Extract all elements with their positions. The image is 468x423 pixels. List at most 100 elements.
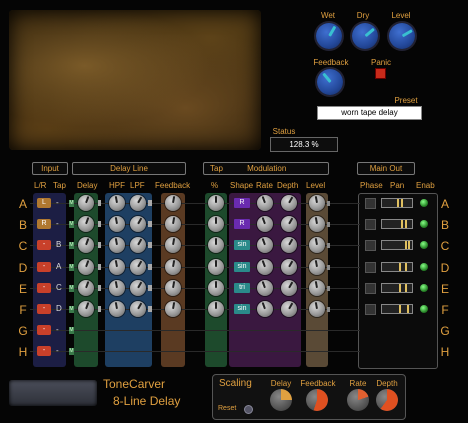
delay-knob[interactable]: [78, 301, 94, 317]
dry-knob[interactable]: [352, 23, 378, 49]
delay-knob[interactable]: [78, 216, 94, 232]
enable-led[interactable]: [420, 305, 428, 313]
mute-toggle[interactable]: M: [69, 221, 74, 228]
lpf-knob[interactable]: [130, 301, 146, 317]
feedback-knob[interactable]: [165, 280, 181, 296]
hpf-knob[interactable]: [109, 280, 125, 296]
mute-toggle[interactable]: M: [69, 200, 74, 207]
tap-pct-knob[interactable]: [208, 195, 224, 211]
depth-knob[interactable]: [281, 195, 297, 211]
scaling-delay-knob[interactable]: [270, 389, 292, 411]
enable-led[interactable]: [420, 220, 428, 228]
mute-toggle[interactable]: M: [69, 285, 74, 292]
wet-knob[interactable]: [316, 23, 342, 49]
level-knob[interactable]: [309, 301, 325, 317]
lr-toggle[interactable]: -: [37, 325, 51, 335]
lpf-knob[interactable]: [130, 195, 146, 211]
phase-toggle[interactable]: [365, 198, 376, 209]
pan-slider[interactable]: [381, 262, 413, 272]
lpf-knob[interactable]: [130, 259, 146, 275]
hpf-knob[interactable]: [109, 237, 125, 253]
depth-knob[interactable]: [281, 280, 297, 296]
level-knob[interactable]: [309, 237, 325, 253]
shape-selector[interactable]: sin: [234, 304, 250, 314]
rate-knob[interactable]: [257, 195, 273, 211]
shape-selector[interactable]: R: [234, 219, 250, 229]
feedback-knob[interactable]: [317, 69, 343, 95]
rate-knob[interactable]: [257, 237, 273, 253]
enable-led[interactable]: [420, 241, 428, 249]
tap-source[interactable]: -: [56, 346, 59, 355]
tap-source[interactable]: D: [56, 304, 62, 313]
tap-pct-knob[interactable]: [208, 301, 224, 317]
phase-toggle[interactable]: [365, 283, 376, 294]
shape-selector[interactable]: sin: [234, 262, 250, 272]
tap-source[interactable]: -: [56, 219, 59, 228]
shape-selector[interactable]: tri: [234, 283, 250, 293]
tap-source[interactable]: -: [56, 325, 59, 334]
mute-toggle[interactable]: M: [69, 264, 74, 271]
lr-toggle[interactable]: -: [37, 262, 51, 272]
level-knob[interactable]: [309, 259, 325, 275]
rate-knob[interactable]: [257, 280, 273, 296]
tap-source[interactable]: A: [56, 262, 61, 271]
feedback-knob[interactable]: [165, 259, 181, 275]
hpf-knob[interactable]: [109, 259, 125, 275]
feedback-knob[interactable]: [165, 216, 181, 232]
delay-knob[interactable]: [78, 195, 94, 211]
hpf-knob[interactable]: [109, 301, 125, 317]
enable-led[interactable]: [420, 199, 428, 207]
shape-selector[interactable]: sin: [234, 240, 250, 250]
scaling-rate-knob[interactable]: [347, 389, 369, 411]
lpf-knob[interactable]: [130, 280, 146, 296]
pan-slider[interactable]: [381, 240, 413, 250]
hpf-knob[interactable]: [109, 216, 125, 232]
depth-knob[interactable]: [281, 259, 297, 275]
delay-knob[interactable]: [78, 280, 94, 296]
lr-toggle[interactable]: -: [37, 283, 51, 293]
depth-knob[interactable]: [281, 237, 297, 253]
tap-source[interactable]: C: [56, 283, 62, 292]
hpf-knob[interactable]: [109, 195, 125, 211]
mute-toggle[interactable]: M: [69, 306, 74, 313]
lr-toggle[interactable]: R: [37, 219, 51, 229]
delay-knob[interactable]: [78, 259, 94, 275]
phase-toggle[interactable]: [365, 240, 376, 251]
phase-toggle[interactable]: [365, 219, 376, 230]
feedback-knob[interactable]: [165, 237, 181, 253]
mute-toggle[interactable]: M: [69, 242, 74, 249]
feedback-knob[interactable]: [165, 301, 181, 317]
level-knob[interactable]: [389, 23, 415, 49]
lr-toggle[interactable]: -: [37, 240, 51, 250]
tap-source[interactable]: -: [56, 198, 59, 207]
lpf-knob[interactable]: [130, 216, 146, 232]
panic-button[interactable]: [375, 68, 386, 79]
mute-toggle[interactable]: M: [69, 348, 74, 355]
tap-pct-knob[interactable]: [208, 280, 224, 296]
lr-toggle[interactable]: L: [37, 198, 51, 208]
scaling-reset-button[interactable]: [244, 405, 253, 414]
phase-toggle[interactable]: [365, 304, 376, 315]
mute-toggle[interactable]: M: [69, 327, 74, 334]
rate-knob[interactable]: [257, 301, 273, 317]
depth-knob[interactable]: [281, 216, 297, 232]
tap-pct-knob[interactable]: [208, 237, 224, 253]
lpf-knob[interactable]: [130, 237, 146, 253]
enable-led[interactable]: [420, 263, 428, 271]
delay-knob[interactable]: [78, 237, 94, 253]
pan-slider[interactable]: [381, 304, 413, 314]
pan-slider[interactable]: [381, 219, 413, 229]
lr-toggle[interactable]: -: [37, 304, 51, 314]
level-knob[interactable]: [309, 216, 325, 232]
depth-knob[interactable]: [281, 301, 297, 317]
phase-toggle[interactable]: [365, 262, 376, 273]
tap-pct-knob[interactable]: [208, 259, 224, 275]
enable-led[interactable]: [420, 284, 428, 292]
rate-knob[interactable]: [257, 259, 273, 275]
scaling-depth-knob[interactable]: [376, 389, 398, 411]
rate-knob[interactable]: [257, 216, 273, 232]
preset-field[interactable]: worn tape delay: [317, 106, 422, 120]
tap-pct-knob[interactable]: [208, 216, 224, 232]
pan-slider[interactable]: [381, 198, 413, 208]
tap-source[interactable]: B: [56, 240, 61, 249]
